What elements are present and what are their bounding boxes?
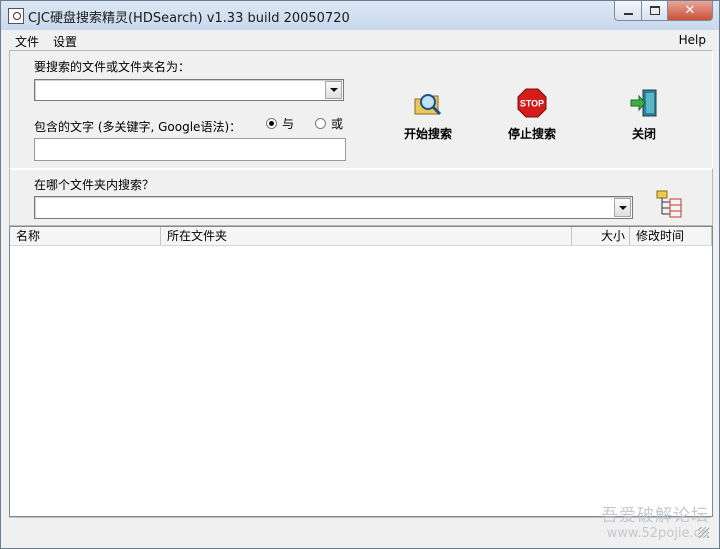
column-header-folder[interactable]: 所在文件夹: [161, 227, 572, 245]
filename-combobox[interactable]: [34, 79, 344, 101]
folder-tree-icon[interactable]: [656, 189, 684, 219]
window-title: CJC硬盘搜索精灵(HDSearch) v1.33 build 20050720: [28, 11, 350, 26]
filename-label: 要搜索的文件或文件夹名为：: [34, 60, 191, 74]
search-criteria-panel: 要搜索的文件或文件夹名为： 包含的文字 (多关键字, Google语法)： 与 …: [9, 50, 713, 170]
menu-file[interactable]: 文件: [15, 33, 39, 50]
chevron-down-icon: [329, 88, 338, 92]
menu-settings[interactable]: 设置: [53, 33, 77, 50]
chevron-down-icon: [618, 205, 627, 210]
radio-or[interactable]: [315, 118, 326, 129]
menu-bar: 文件 设置 Help: [9, 30, 711, 50]
stop-search-label: 停止搜索: [507, 127, 556, 141]
column-header-size[interactable]: 大小: [572, 227, 630, 245]
content-text-label: 包含的文字 (多关键字, Google语法)：: [34, 120, 242, 134]
results-list[interactable]: 名称 所在文件夹 大小 修改时间: [9, 226, 713, 517]
column-header-name[interactable]: 名称: [10, 227, 161, 245]
app-icon[interactable]: [8, 8, 24, 24]
start-search-button[interactable]: 开始搜索: [388, 87, 468, 147]
radio-and-label[interactable]: 与: [282, 115, 294, 132]
close-window-button[interactable]: ✕: [668, 1, 713, 21]
window-controls: ✕: [614, 1, 713, 21]
exit-door-icon: [630, 89, 657, 117]
menu-help[interactable]: Help: [679, 33, 706, 47]
folder-label: 在哪个文件夹内搜索？: [34, 178, 155, 192]
app-window: CJC硬盘搜索精灵(HDSearch) v1.33 build 20050720…: [0, 0, 720, 549]
start-search-label: 开始搜索: [403, 127, 452, 141]
stop-sign-icon: STOP: [517, 88, 547, 118]
title-bar[interactable]: CJC硬盘搜索精灵(HDSearch) v1.33 build 20050720…: [1, 1, 719, 30]
folder-combobox[interactable]: [34, 196, 633, 219]
watermark-line2: www.52pojie.cn: [606, 526, 709, 541]
folder-panel: 在哪个文件夹内搜索？: [9, 168, 713, 226]
magnifier-folder-icon: [414, 94, 442, 116]
close-app-button[interactable]: 关闭: [604, 87, 684, 147]
watermark-line1: 吾爱破解论坛: [601, 506, 709, 526]
folder-dropdown-button[interactable]: [614, 198, 631, 217]
stop-sign-text: STOP: [520, 99, 544, 109]
close-icon: ✕: [684, 3, 696, 18]
maximize-button[interactable]: [642, 1, 668, 21]
content-text-input[interactable]: [34, 138, 346, 161]
maximize-icon: [649, 6, 660, 15]
radio-and[interactable]: [266, 118, 277, 129]
minimize-button[interactable]: [614, 1, 642, 21]
radio-or-label[interactable]: 或: [331, 115, 343, 132]
close-app-label: 关闭: [631, 127, 656, 141]
filename-dropdown-button[interactable]: [325, 81, 342, 99]
watermark: 吾爱破解论坛 www.52pojie.cn: [601, 501, 709, 541]
stop-search-button[interactable]: STOP 停止搜索: [492, 87, 572, 147]
column-header-modified[interactable]: 修改时间: [630, 227, 712, 245]
minimize-icon: [623, 12, 633, 15]
results-header: 名称 所在文件夹 大小 修改时间: [10, 227, 712, 246]
